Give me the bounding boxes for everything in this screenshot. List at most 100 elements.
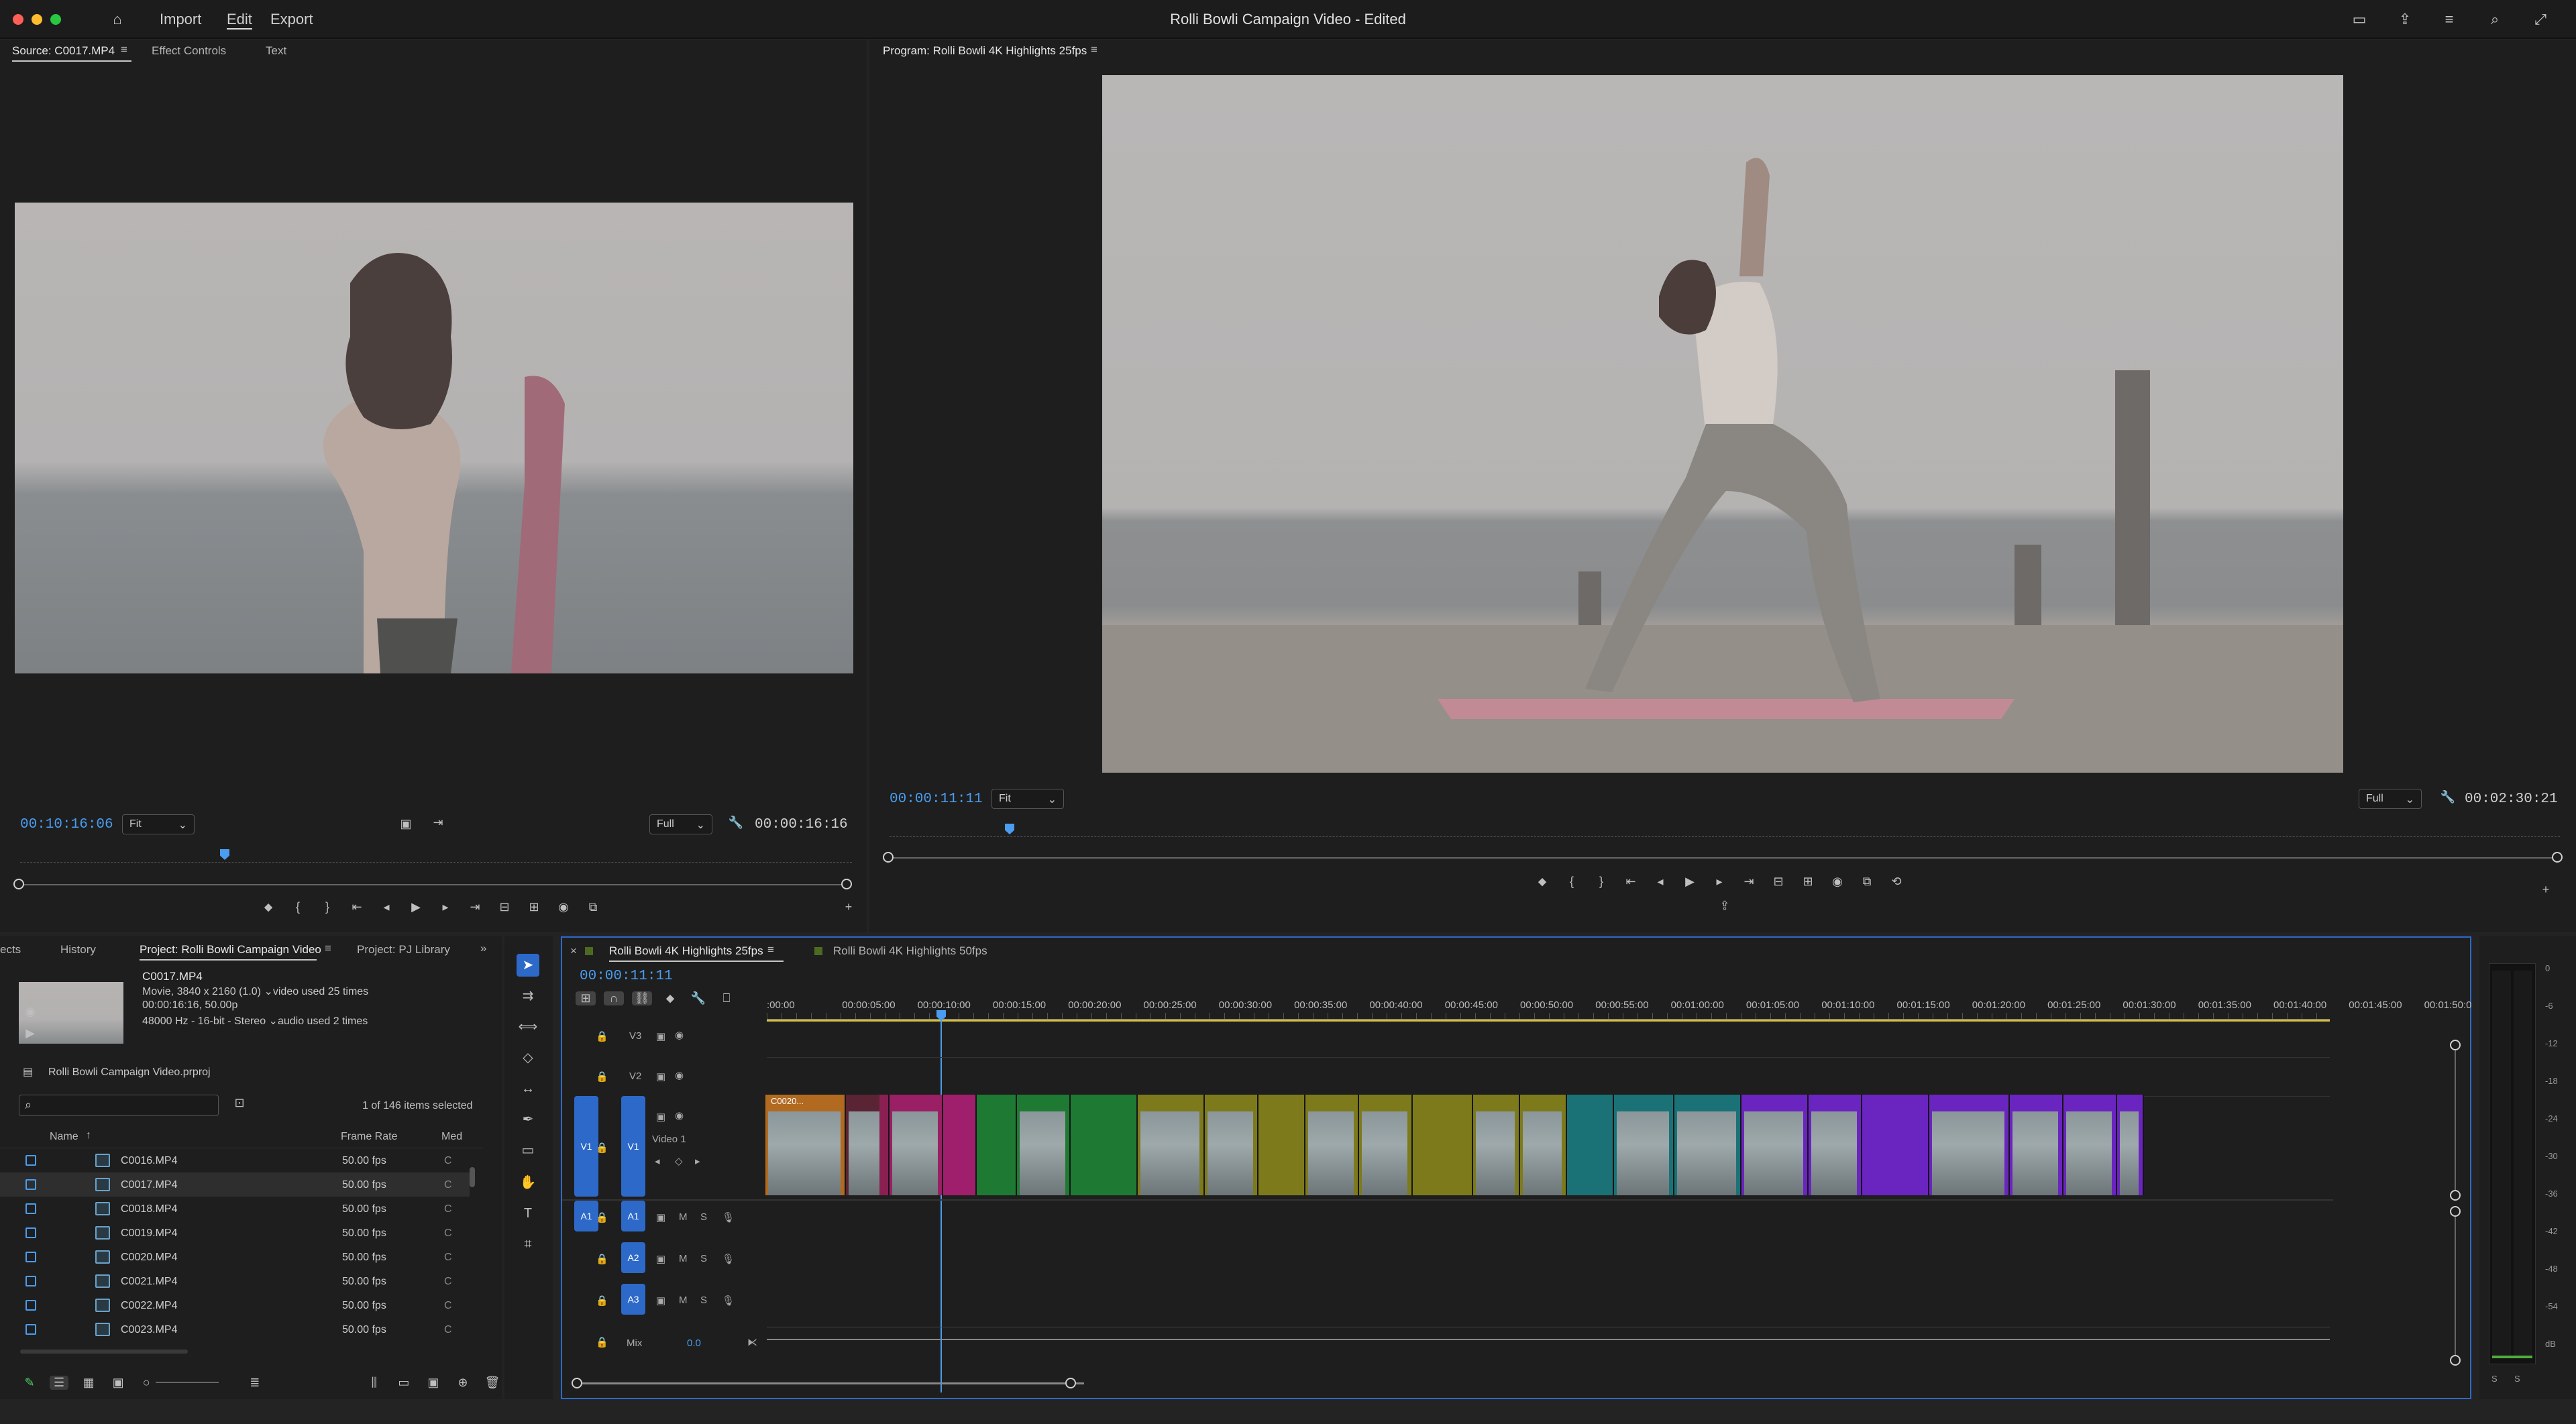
timeline-clip[interactable] (1567, 1095, 1614, 1195)
vertical-zoom-bar[interactable] (2455, 1050, 2456, 1190)
project-row[interactable]: C0020.MP4 50.00 fps C (0, 1245, 470, 1269)
audio-zoom-bar[interactable] (2455, 1217, 2456, 1355)
add-button-icon[interactable]: + (2536, 883, 2556, 897)
timeline-clip[interactable] (879, 1095, 890, 1195)
source-fit-dropdown[interactable]: Fit ⌄ (122, 814, 195, 834)
insert-overlay-icon[interactable]: ⇥ (428, 816, 448, 830)
selection-tool-icon[interactable]: ➤ (517, 954, 539, 977)
toggle-sync-icon[interactable]: ▣ (656, 1030, 665, 1042)
nest-icon[interactable]: ⊞ (576, 991, 596, 1005)
eye-icon[interactable]: ◉ (675, 1029, 684, 1041)
type-tool-icon[interactable]: T (517, 1202, 539, 1225)
eye-icon[interactable]: ◉ (675, 1069, 684, 1081)
hand-tool-icon[interactable]: ✋ (517, 1171, 539, 1194)
lock-icon[interactable]: 🔒 (596, 1295, 608, 1307)
find-icon[interactable]: ▭ (394, 1376, 413, 1390)
lock-icon[interactable]: 🔒 (596, 1253, 608, 1265)
label-color-swatch[interactable] (25, 1276, 36, 1286)
timeline-clip[interactable] (1674, 1095, 1741, 1195)
tab-effect-controls[interactable]: Effect Controls (152, 44, 226, 58)
project-row[interactable]: C0022.MP4 50.00 fps C (0, 1293, 470, 1317)
marker-icon[interactable]: ⬥ (258, 900, 278, 920)
list-scrollbar[interactable] (470, 1167, 475, 1187)
project-row[interactable]: C0019.MP4 50.00 fps C (0, 1221, 470, 1245)
timeline-clip[interactable] (2010, 1095, 2063, 1195)
insert-icon[interactable]: ⊟ (494, 900, 515, 920)
vertical-zoom-handle-top[interactable] (2450, 1040, 2461, 1050)
label-color-swatch[interactable] (25, 1227, 36, 1238)
new-item-icon[interactable]: ⊕ (453, 1376, 472, 1390)
vertical-zoom-handle-bottom[interactable] (2450, 1190, 2461, 1201)
settings-wrench-icon[interactable]: 🔧 (688, 991, 708, 1005)
track-target-v1[interactable]: V1 (621, 1096, 645, 1197)
source-timecode[interactable]: 00:10:16:06 (20, 817, 113, 832)
step-forward-icon[interactable]: ▸ (435, 900, 455, 920)
mix-value[interactable]: 0.0 (687, 1337, 701, 1349)
timeline-clip[interactable] (1359, 1095, 1413, 1195)
timeline-clip[interactable] (1305, 1095, 1359, 1195)
project-search-input[interactable]: ⌕ (19, 1095, 219, 1116)
track-select-tool-icon[interactable]: ⇉ (517, 985, 539, 1007)
chevron-down-icon[interactable]: ⌄ (269, 1016, 278, 1027)
label-color-swatch[interactable] (25, 1179, 36, 1190)
timeline-clip[interactable] (943, 1095, 977, 1195)
timeline-clip[interactable] (1741, 1095, 1809, 1195)
source-patch-v1[interactable]: V1 (574, 1096, 598, 1197)
project-row[interactable]: C0018.MP4 50.00 fps C (0, 1197, 470, 1221)
solo-button[interactable]: S (700, 1253, 707, 1264)
next-keyframe-icon[interactable]: ▸ (695, 1155, 700, 1167)
captions-icon[interactable]: ⎕ (716, 991, 737, 1005)
overwrite-icon[interactable]: ⊞ (524, 900, 544, 920)
toggle-sync-icon[interactable]: ▣ (656, 1211, 665, 1223)
column-name[interactable]: Name (50, 1131, 78, 1143)
project-row[interactable]: C0023.MP4 50.00 fps C (0, 1317, 470, 1341)
more-tabs-icon[interactable]: » (480, 942, 486, 955)
wrench-icon[interactable]: 🔧 (2438, 790, 2458, 804)
play-thumbnail-icon[interactable]: ▶ (20, 1026, 40, 1040)
source-zoom-handle-left[interactable] (13, 879, 24, 889)
zoom-slider[interactable] (156, 1382, 219, 1383)
list-view-icon[interactable]: ☰ (50, 1375, 69, 1390)
go-to-in-icon[interactable]: ⇤ (347, 900, 367, 920)
lock-icon[interactable]: 🔒 (596, 1030, 608, 1042)
tab-text[interactable]: Text (266, 44, 286, 58)
column-frame-rate[interactable]: Frame Rate (341, 1131, 397, 1143)
new-search-bin-icon[interactable]: ⊡ (229, 1096, 250, 1110)
label-color-swatch[interactable] (25, 1155, 36, 1166)
settings-icon[interactable]: ▣ (396, 817, 416, 831)
solo-button[interactable]: S (700, 1211, 707, 1223)
tab-source[interactable]: Source: C0017.MP4 (12, 44, 115, 58)
timeline-clip[interactable] (1205, 1095, 1258, 1195)
microphone-icon[interactable]: 🎙 (722, 1295, 735, 1307)
track-target-a3[interactable]: A3 (621, 1284, 645, 1315)
label-color-swatch[interactable] (25, 1203, 36, 1214)
label-color-swatch[interactable] (25, 1252, 36, 1262)
lock-icon[interactable]: 🔒 (596, 1142, 608, 1154)
mark-out-icon[interactable]: } (317, 900, 337, 920)
icon-view-icon[interactable]: ▦ (79, 1376, 98, 1390)
label-color-swatch[interactable] (25, 1324, 36, 1335)
source-patch-a1[interactable]: A1 (574, 1201, 598, 1231)
microphone-icon[interactable]: 🎙 (722, 1253, 735, 1265)
tab-effects[interactable]: ects (0, 943, 21, 956)
timeline-clip[interactable] (1862, 1095, 1929, 1195)
go-to-out-icon[interactable]: ⧔ (747, 1336, 757, 1348)
project-row[interactable]: C0017.MP4 50.00 fps C (0, 1172, 470, 1197)
toggle-sync-icon[interactable]: ▣ (656, 1295, 665, 1307)
previous-keyframe-icon[interactable]: ◂ (655, 1155, 660, 1167)
tab-menu-icon[interactable]: ≡ (121, 43, 127, 56)
timeline-clip[interactable] (1413, 1095, 1473, 1195)
zoom-slider-handle[interactable]: ○ (137, 1376, 156, 1390)
toggle-sync-icon[interactable]: ▣ (656, 1253, 665, 1265)
automate-to-sequence-icon[interactable]: ⫼ (365, 1376, 384, 1390)
poster-frame-icon[interactable]: ◉ (20, 1005, 40, 1019)
source-zoom-bar[interactable] (24, 884, 847, 885)
lock-icon[interactable]: 🔒 (596, 1211, 608, 1223)
workspaces-icon[interactable]: ≡ (2439, 9, 2459, 30)
wrench-icon[interactable]: 🔧 (726, 816, 746, 830)
razor-tool-icon[interactable]: ◇ (517, 1046, 539, 1069)
fullscreen-icon[interactable]: ⤢ (2530, 9, 2551, 30)
toggle-sync-icon[interactable]: ▣ (656, 1111, 665, 1123)
ripple-edit-tool-icon[interactable]: ⟺ (517, 1016, 539, 1038)
source-quality-dropdown[interactable]: Full ⌄ (649, 814, 712, 834)
